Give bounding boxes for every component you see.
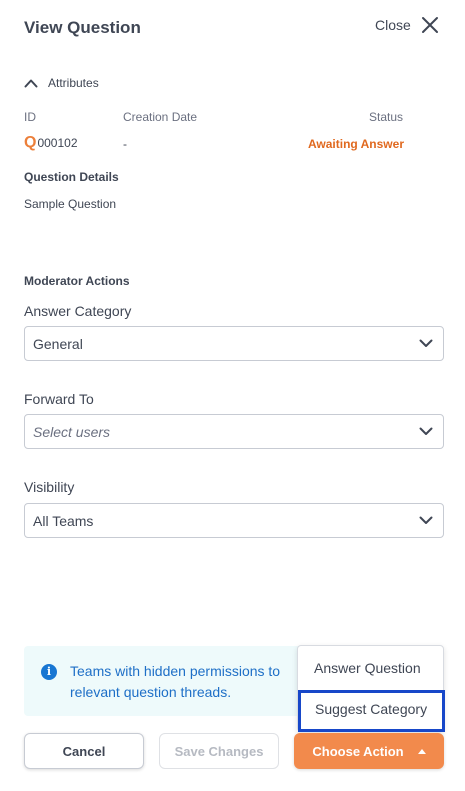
attributes-label: Attributes bbox=[48, 76, 99, 90]
answer-category-value: General bbox=[33, 335, 83, 352]
question-id: Q 000102 bbox=[24, 134, 78, 152]
page-title: View Question bbox=[24, 18, 141, 37]
visibility-value: All Teams bbox=[33, 512, 94, 529]
attributes-toggle[interactable]: Attributes bbox=[24, 76, 99, 90]
visibility-label: Visibility bbox=[24, 479, 75, 495]
close-button[interactable]: Close bbox=[375, 16, 439, 34]
forward-to-label: Forward To bbox=[24, 391, 94, 407]
caret-up-icon bbox=[417, 748, 426, 754]
chevron-down-icon bbox=[419, 427, 433, 435]
choose-action-button[interactable]: Choose Action bbox=[294, 733, 444, 769]
forward-to-select[interactable]: Select users bbox=[24, 414, 444, 449]
forward-to-placeholder: Select users bbox=[33, 423, 111, 440]
close-icon bbox=[421, 17, 438, 33]
status-badge: Awaiting Answer bbox=[307, 137, 404, 151]
chevron-up-icon bbox=[24, 79, 38, 88]
question-details-text: Sample Question bbox=[24, 197, 117, 211]
id-column-header: ID bbox=[24, 110, 36, 124]
action-menu: Answer Question Suggest Category bbox=[297, 645, 445, 732]
choose-action-label: Choose Action bbox=[312, 743, 404, 759]
creation-date-value: - bbox=[123, 137, 127, 151]
answer-category-select[interactable]: General bbox=[24, 326, 444, 361]
close-label: Close bbox=[375, 17, 411, 33]
info-icon: i bbox=[41, 664, 57, 680]
menu-item-answer-question[interactable]: Answer Question bbox=[298, 660, 443, 676]
creation-date-column-header: Creation Date bbox=[123, 110, 198, 124]
answer-category-label: Answer Category bbox=[24, 303, 132, 319]
info-text: Teams with hidden permissions to relevan… bbox=[70, 663, 281, 700]
visibility-select[interactable]: All Teams bbox=[24, 503, 444, 538]
cancel-button[interactable]: Cancel bbox=[24, 733, 144, 769]
menu-item-suggest-category[interactable]: Suggest Category bbox=[298, 690, 445, 732]
question-id-number: 000102 bbox=[37, 136, 78, 150]
status-column-header: Status bbox=[369, 110, 404, 124]
save-changes-button[interactable]: Save Changes bbox=[159, 733, 279, 769]
chevron-down-icon bbox=[419, 516, 433, 524]
chevron-down-icon bbox=[419, 339, 433, 347]
moderator-actions-title: Moderator Actions bbox=[24, 274, 130, 288]
question-id-prefix: Q bbox=[24, 134, 37, 151]
question-details-title: Question Details bbox=[24, 170, 119, 184]
